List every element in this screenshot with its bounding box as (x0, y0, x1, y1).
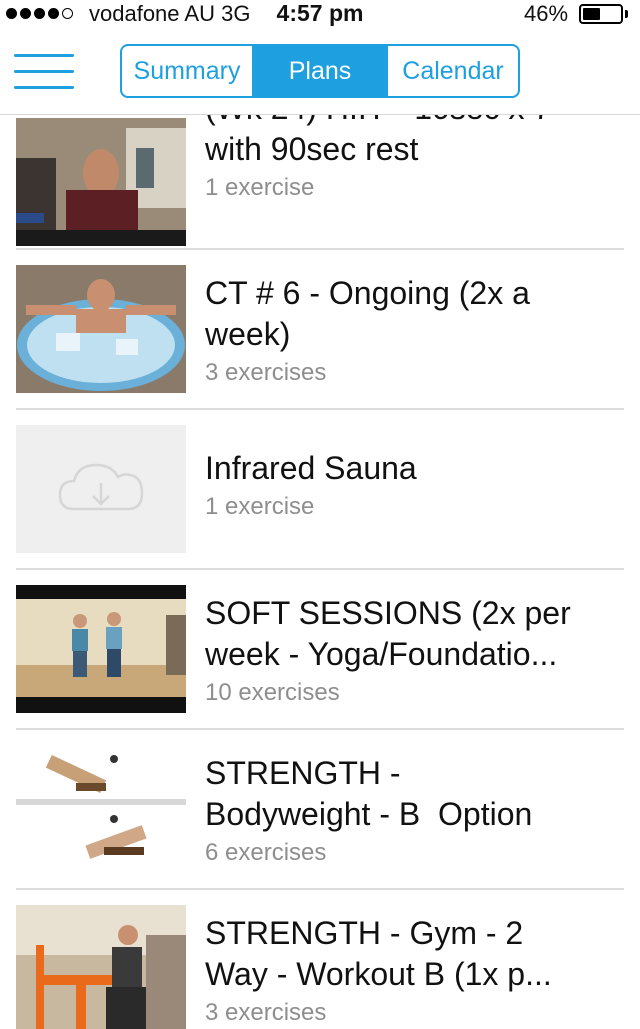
hamburger-icon[interactable] (14, 52, 74, 92)
plan-list: (Wk 24) HIIT - 10sec x 7 with 90sec rest… (0, 115, 640, 1029)
plan-thumbnail (16, 745, 186, 873)
tab-summary[interactable]: Summary (122, 46, 254, 96)
plan-title: CT # 6 - Ongoing (2x a week) (205, 275, 530, 352)
battery-percent: 46% (524, 1, 569, 26)
cloud-download-icon (16, 425, 186, 553)
plan-exercise-count: 3 exercises (205, 359, 327, 386)
plan-exercise-count: 6 exercises (205, 839, 327, 866)
plan-thumbnail (16, 585, 186, 713)
plan-exercise-count: 1 exercise (205, 174, 315, 201)
plan-title: STRENGTH - Bodyweight - B Option (205, 755, 533, 832)
nav-bar: Summary Plans Calendar (0, 28, 640, 115)
plan-title: Infrared Sauna (205, 450, 417, 486)
status-bar: vodafone AU 3G 4:57 pm 46% (0, 0, 640, 28)
plan-title: (Wk 24) HIIT - 10sec x 7 with 90sec rest (205, 115, 551, 167)
plan-row[interactable]: CT # 6 - Ongoing (2x a week) 3 exercises (0, 250, 640, 410)
plan-row[interactable]: (Wk 24) HIIT - 10sec x 7 with 90sec rest… (0, 115, 640, 250)
plan-row[interactable]: SOFT SESSIONS (2x per week - Yoga/Founda… (0, 570, 640, 730)
plan-thumbnail (16, 118, 186, 246)
plan-row[interactable]: Infrared Sauna 1 exercise (0, 410, 640, 570)
plan-title: SOFT SESSIONS (2x per week - Yoga/Founda… (205, 595, 571, 672)
plan-thumbnail (16, 265, 186, 393)
battery-icon (579, 4, 623, 24)
tab-calendar[interactable]: Calendar (386, 46, 518, 96)
plan-exercise-count: 3 exercises (205, 999, 327, 1026)
tab-plans[interactable]: Plans (254, 46, 386, 96)
battery-tip (625, 10, 628, 18)
plan-row[interactable]: STRENGTH - Bodyweight - B Option 6 exerc… (0, 730, 640, 890)
plan-exercise-count: 10 exercises (205, 679, 340, 706)
plan-thumbnail (16, 905, 186, 1029)
plan-exercise-count: 1 exercise (205, 493, 315, 520)
plan-title: STRENGTH - Gym - 2 Way - Workout B (1x p… (205, 915, 552, 992)
plan-row[interactable]: STRENGTH - Gym - 2 Way - Workout B (1x p… (0, 890, 640, 1029)
view-segmented-control: Summary Plans Calendar (120, 44, 520, 98)
